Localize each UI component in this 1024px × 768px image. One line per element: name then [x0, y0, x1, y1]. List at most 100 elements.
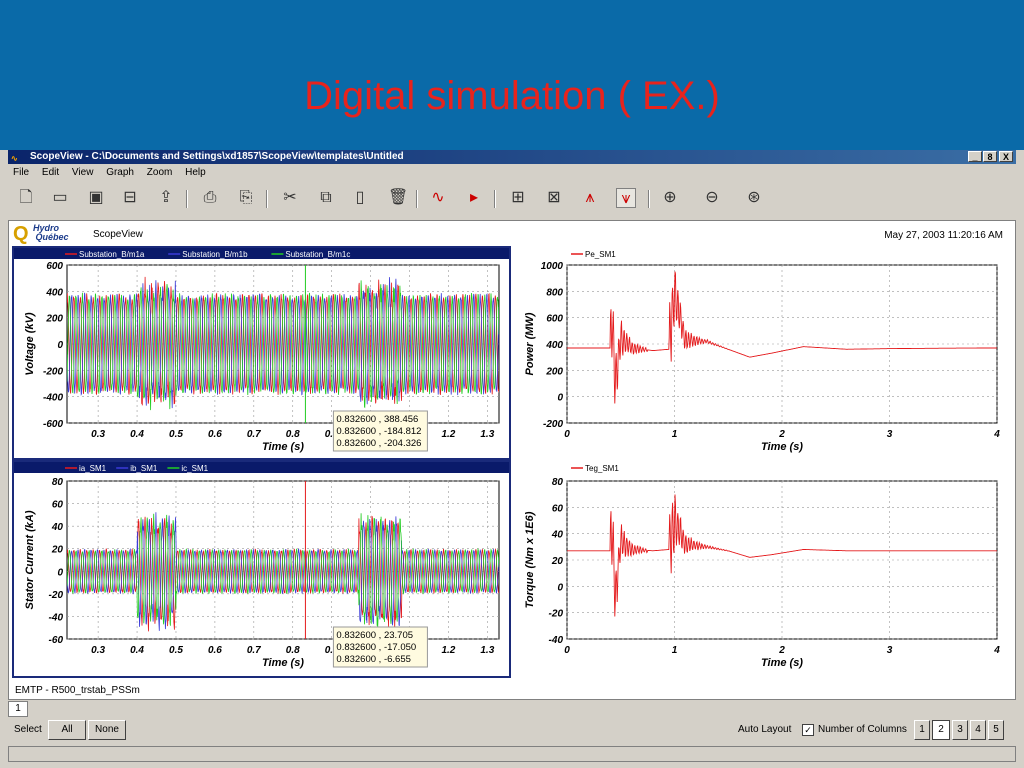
x-tick-label: 1 — [672, 429, 678, 440]
open-icon[interactable]: ▭ — [50, 188, 70, 208]
y-tick-label: 0 — [557, 393, 563, 404]
columns-5-button[interactable]: 5 — [988, 720, 1004, 740]
select-all-button[interactable]: All — [48, 720, 86, 740]
x-tick-label: 2 — [778, 645, 785, 656]
delete-icon[interactable]: 🗑 — [388, 188, 408, 208]
menu-view[interactable]: View — [72, 167, 94, 178]
menu-help[interactable]: Help — [185, 167, 206, 178]
legend-entry: Substation_B/m1c — [285, 250, 350, 259]
x-tick-label: 0.8 — [286, 429, 300, 440]
chart-4: Teg_SM1806040200-20-400 1 2 3 4Time (s)Torqu… — [524, 464, 1000, 669]
y-tick-label: 60 — [552, 503, 564, 514]
x-tick-label: 3 — [887, 429, 893, 440]
y-tick-label: -400 — [43, 393, 63, 404]
new-icon[interactable]: 🗋 — [16, 188, 36, 208]
cursor-readout: 0.832600 , -204.326 — [336, 438, 421, 449]
y-tick-label: 200 — [45, 314, 63, 325]
x-tick-label: 1.3 — [480, 429, 494, 440]
x-axis-label: Time (s) — [761, 441, 803, 453]
legend-entry: Pe_SM1 — [585, 250, 616, 259]
x-tick-label: 0.5 — [169, 645, 183, 656]
bottom-bar: Select All None Auto Layout ✓ Number of … — [8, 716, 1016, 742]
columns-label: Number of Columns — [818, 724, 907, 735]
legend-entry: ic_SM1 — [181, 464, 208, 473]
auto-layout-checkbox[interactable]: ✓ — [802, 724, 814, 736]
zoom-in-icon[interactable]: ⊕ — [660, 188, 680, 208]
columns-2-button[interactable]: 2 — [932, 720, 950, 740]
menu-zoom[interactable]: Zoom — [147, 167, 173, 178]
maximize-button[interactable]: 8 — [983, 151, 997, 162]
y-axis-label: Torque (Nm x 1E6) — [524, 511, 536, 608]
y-tick-label: -60 — [49, 635, 64, 646]
x-tick-label: 1.3 — [480, 645, 494, 656]
x-tick-label: 1.2 — [441, 645, 455, 656]
menu-edit[interactable]: Edit — [42, 167, 59, 178]
layout2-icon[interactable]: ⊠ — [544, 188, 564, 208]
columns-4-button[interactable]: 4 — [970, 720, 986, 740]
y-tick-label: -40 — [549, 635, 564, 646]
x-tick-label: 1.2 — [441, 429, 455, 440]
cut-icon[interactable]: ✂ — [280, 188, 300, 208]
legend-entry: ia_SM1 — [79, 464, 107, 473]
tab-1[interactable]: 1 — [8, 701, 28, 717]
copy-icon[interactable]: ⧉ — [316, 188, 336, 208]
cursor-icon[interactable]: ⩚ — [580, 188, 600, 208]
columns-1-button[interactable]: 1 — [914, 720, 930, 740]
x-tick-label: 0.6 — [208, 645, 222, 656]
select-none-button[interactable]: None — [88, 720, 126, 740]
legend-entry: Substation_B/m1a — [79, 250, 145, 259]
window-title: ScopeView - C:\Documents and Settings\xd… — [30, 151, 404, 162]
cursor-readout: 0.832600 , -17.050 — [336, 642, 416, 653]
print-icon[interactable]: ⎙ — [200, 188, 220, 208]
x-tick-label: 1 — [672, 645, 678, 656]
menu-file[interactable]: File — [13, 167, 29, 178]
y-tick-label: 400 — [545, 340, 563, 351]
y-axis-label: Stator Current (kA) — [24, 510, 36, 609]
y-tick-label: -40 — [49, 612, 64, 623]
chart-3: ia_SM1 ib_SM1 ic_SM1 80 60 40 20 0 -20 -40 -60 0.3 0… — [12, 460, 511, 678]
y-tick-label: 80 — [552, 477, 564, 488]
menu-graph[interactable]: Graph — [106, 167, 134, 178]
x-axis-label: Time (s) — [761, 657, 803, 669]
save-icon[interactable]: ▣ — [86, 188, 106, 208]
window-titlebar[interactable]: ∿ ScopeView - C:\Documents and Settings\… — [8, 150, 1016, 164]
y-tick-label: 600 — [546, 314, 563, 325]
y-tick-label: 40 — [551, 530, 564, 541]
chart-2: Pe_SM110008006004002000-2000 1 2 3 4Time (s)… — [524, 250, 1000, 453]
y-tick-label: -200 — [43, 366, 63, 377]
columns-3-button[interactable]: 3 — [952, 720, 968, 740]
save-as-icon[interactable]: ⊟ — [120, 188, 140, 208]
close-button[interactable]: X — [999, 151, 1013, 162]
zoom-fit-icon[interactable]: ⊛ — [744, 188, 764, 208]
y-tick-label: 200 — [545, 366, 563, 377]
x-tick-label: 0.3 — [91, 645, 105, 656]
scope-canvas: Q Hydro Québec ScopeView May 27, 2003 11… — [8, 220, 1016, 700]
play-signal-icon[interactable]: ▸ — [464, 188, 484, 208]
x-tick-label: 4 — [993, 645, 1000, 656]
toolbar: 🗋 ▭ ▣ ⊟ ⇪ ⎙ ⎘ ✂ ⧉ ▯ 🗑 ∿ ▸ ⊞ ⊠ ⩚ ⩛ ⊕ ⊖ ⊛ — [8, 184, 1016, 214]
export-icon[interactable]: ⇪ — [156, 188, 176, 208]
layout-icon[interactable]: ⊞ — [508, 188, 528, 208]
minimize-button[interactable]: _ — [968, 151, 982, 162]
paste-icon[interactable]: ▯ — [350, 188, 370, 208]
case-name: EMTP - R500_trstab_PSSm — [15, 685, 140, 696]
y-tick-label: -20 — [549, 609, 564, 620]
print-preview-icon[interactable]: ⎘ — [236, 188, 256, 208]
x-axis-label: Time (s) — [262, 441, 304, 453]
select-label: Select — [14, 724, 42, 735]
zoom-out-icon[interactable]: ⊖ — [702, 188, 722, 208]
add-signal-icon[interactable]: ∿ — [428, 188, 448, 208]
y-axis-label: Voltage (kV) — [24, 312, 36, 375]
x-tick-label: 0.4 — [130, 645, 144, 656]
cursor-readout: 0.832600 , 388.456 — [336, 414, 418, 425]
cursor-active-icon[interactable]: ⩛ — [616, 188, 636, 208]
x-tick-label: 0.4 — [130, 429, 144, 440]
y-tick-label: 0 — [57, 340, 63, 351]
menu-bar: File Edit View Graph Zoom Help — [8, 165, 1016, 181]
x-tick-label: 0.6 — [208, 429, 222, 440]
y-tick-label: 20 — [51, 545, 64, 556]
cursor-readout: 0.832600 , 23.705 — [336, 630, 413, 641]
scopeview-logo-icon: ∿ — [11, 154, 18, 163]
y-tick-label: 800 — [546, 287, 563, 298]
y-tick-label: 40 — [51, 522, 64, 533]
